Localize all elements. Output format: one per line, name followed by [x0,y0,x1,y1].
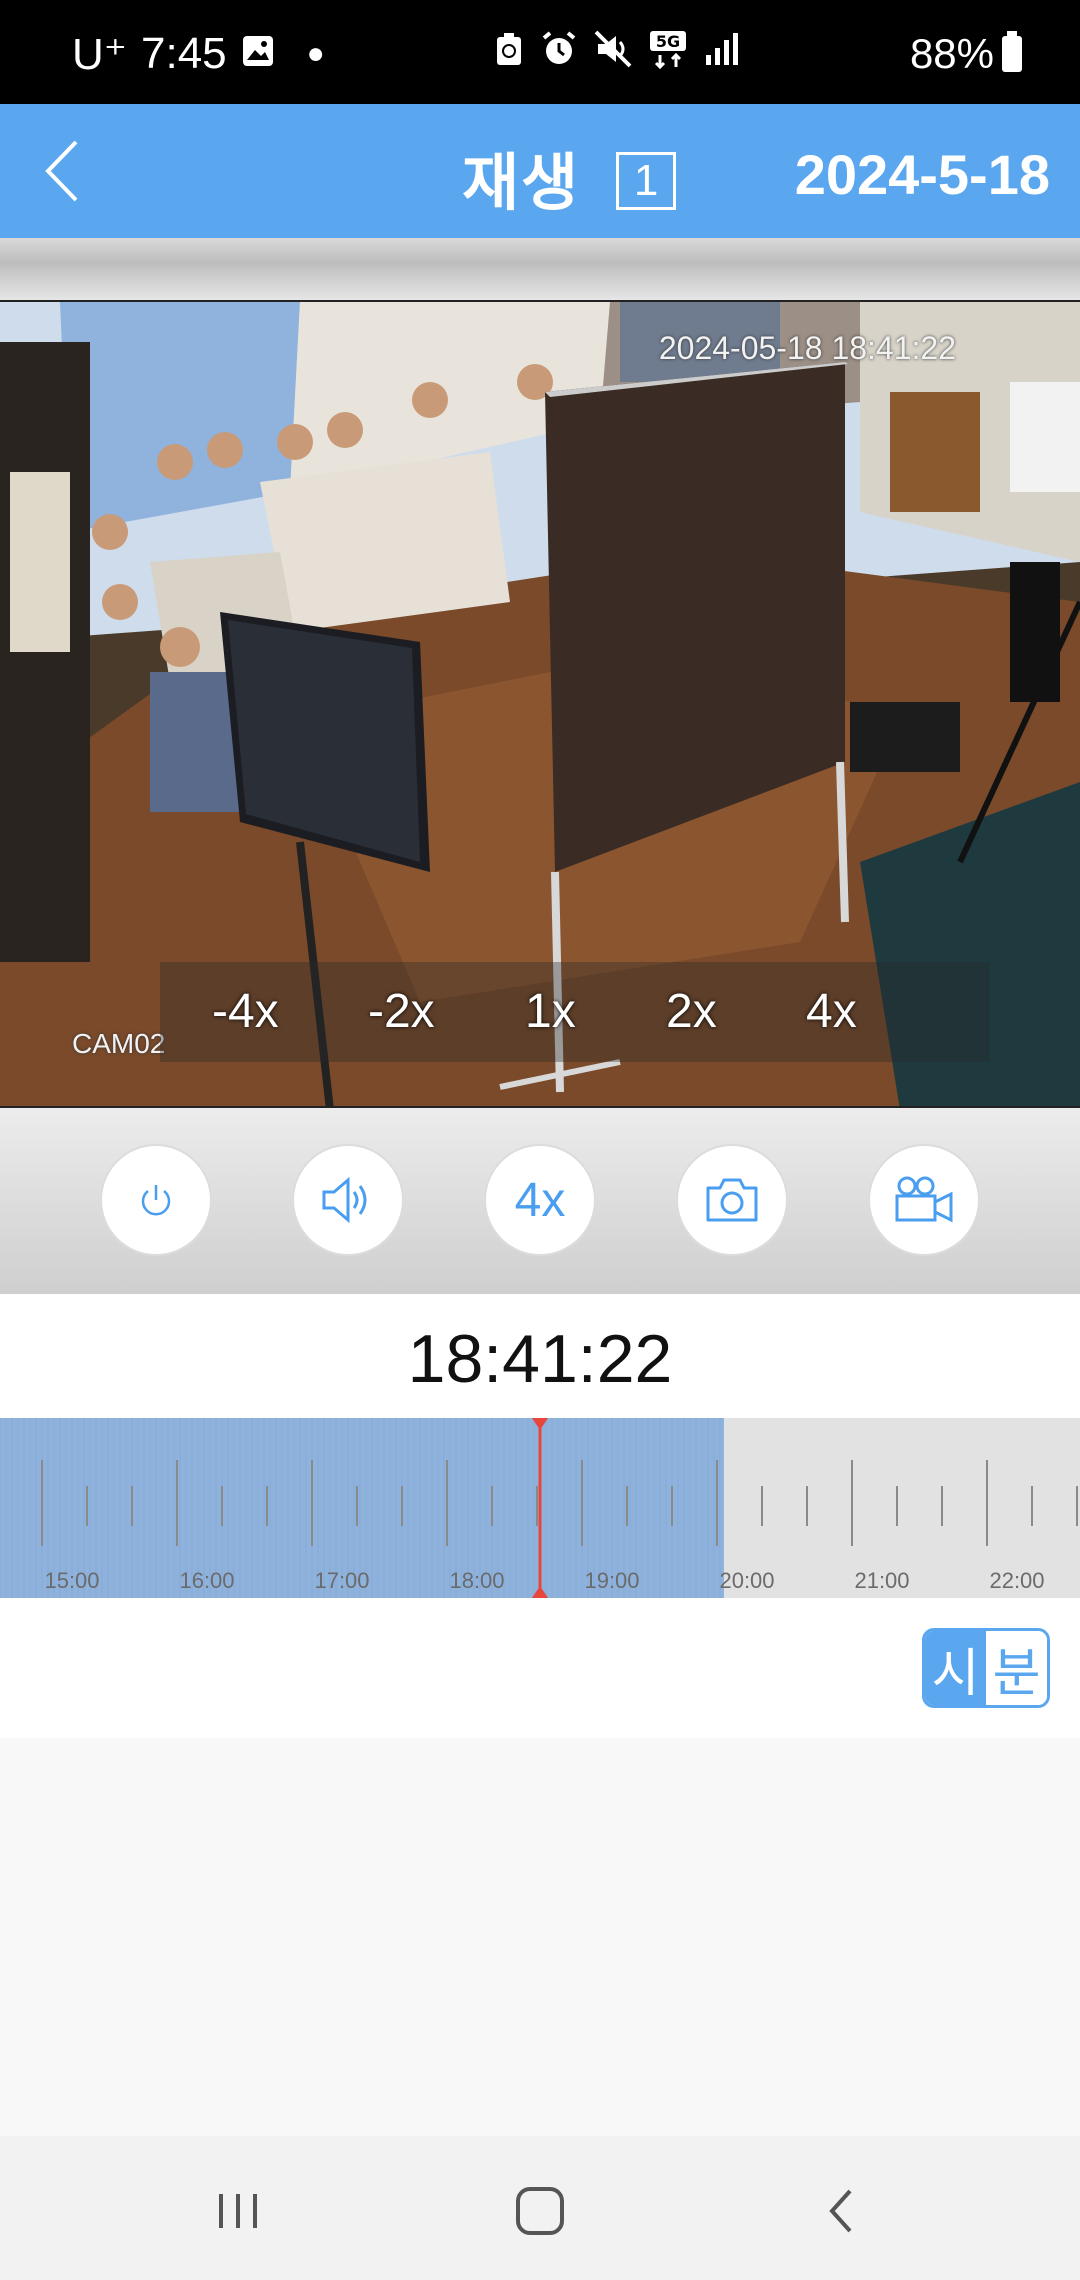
title-group: 재생 1 [462,132,677,222]
osd-timestamp: 2024-05-18 18:41:22 [658,330,956,366]
status-left: U⁺ 7:45 ● [72,29,325,79]
timeline-hour-label: 21:00 [854,1568,909,1593]
power-button[interactable] [100,1144,212,1256]
home-icon [516,2187,564,2235]
recent-apps-icon [219,2194,257,2228]
timeline-hour-label: 15:00 [44,1568,99,1593]
status-bar: U⁺ 7:45 ● 5G 88% [0,0,1080,104]
speed-option[interactable]: 2x [666,984,717,1039]
battery-status: 88% [910,30,1022,78]
5g-icon: 5G [648,29,688,79]
camera-label: CAM02 [72,1028,166,1059]
system-nav-bar [0,2136,1080,2280]
timeline[interactable]: 15:00 16:00 17:00 18:00 19:00 20:00 21:00 22:00 [0,1418,1080,1598]
timeline-hour-label: 17:00 [314,1568,369,1593]
timeline-hour-label: 22:00 [989,1568,1044,1593]
timeline-hour-label: 19:00 [584,1568,639,1593]
date-selector[interactable]: 2024-5-18 [795,142,1050,207]
zoom-area: 시 분 [0,1598,1080,1738]
record-button[interactable] [868,1144,980,1256]
status-icons: 5G [494,30,740,78]
zoom-minute[interactable]: 분 [986,1631,1047,1705]
home-button[interactable] [500,2176,580,2246]
control-bar: 4x [0,1108,1080,1294]
timeline-hour-label: 20:00 [719,1568,774,1593]
chevron-left-icon [45,140,78,202]
empty-area [0,1738,1080,2136]
recent-apps-button[interactable] [198,2176,278,2246]
video-player[interactable]: 2024-05-18 18:41:22 CAM02 -4x -2x 1x 2x … [0,300,1080,1108]
timeline-hour-label: 18:00 [449,1568,504,1593]
back-nav-button[interactable] [802,2176,882,2246]
channel-selector[interactable]: 1 [616,152,677,210]
speed-option[interactable]: -2x [368,984,435,1039]
back-button[interactable] [36,134,106,208]
back-icon [829,2189,852,2233]
page-title: 재생 [462,149,581,218]
zoom-toggle[interactable]: 시 분 [922,1628,1050,1708]
app-header: 재생 1 2024-5-18 [0,104,1080,238]
battery-icon [1002,31,1022,72]
zoom-hour[interactable]: 시 [925,1631,986,1705]
speed-option[interactable]: -4x [212,984,279,1039]
battery-percent: 88% [909,30,994,77]
video-top-band [0,238,1080,300]
alarm-icon [540,30,578,78]
signal-icon [704,31,740,77]
current-time: 18:41:22 [407,1321,673,1397]
speaker-icon [322,1176,367,1224]
snapshot-button[interactable] [676,1144,788,1256]
timeline-hour-label: 16:00 [179,1568,234,1593]
speed-selector: -4x -2x 1x 2x 4x [160,962,990,1062]
speed-option[interactable]: 1x [525,984,576,1039]
clock: 7:45 [141,29,227,78]
power-icon [141,1185,171,1216]
dot-icon: ● [306,37,325,70]
timeline-track: 15:00 16:00 17:00 18:00 19:00 20:00 21:00 22:00 [0,1418,1078,1598]
carrier-label: U⁺ [72,29,127,79]
audio-button[interactable] [292,1144,404,1256]
time-display: 18:41:22 [0,1294,1080,1418]
mute-icon [594,30,632,78]
video-camera-icon [895,1176,953,1223]
speed-button[interactable]: 4x [484,1144,596,1256]
svg-text:5G: 5G [656,32,680,51]
camera-icon [706,1178,758,1222]
speed-option[interactable]: 4x [806,984,857,1039]
image-icon [241,29,275,79]
recycle-icon [494,31,524,77]
speed-button-label: 4x [514,1173,566,1227]
